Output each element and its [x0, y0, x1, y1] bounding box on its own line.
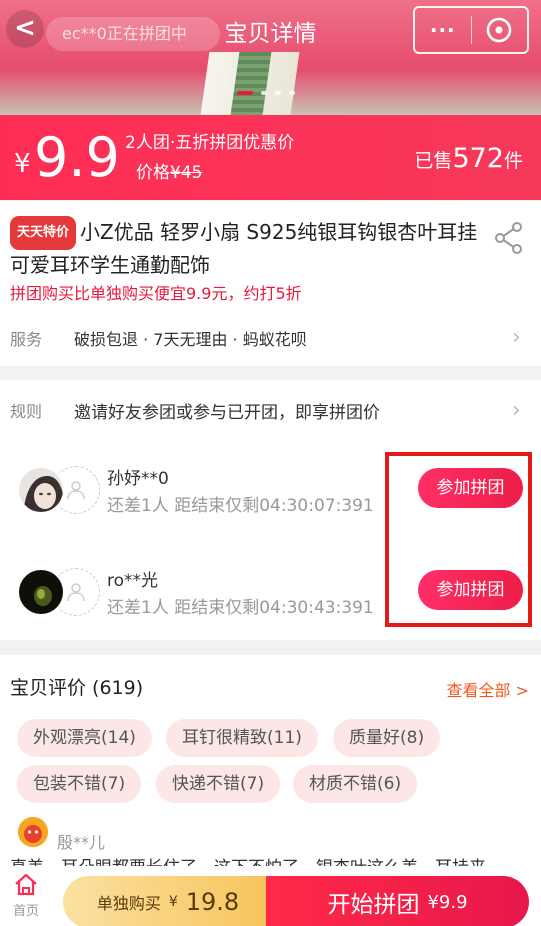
chevron-right-icon[interactable]: ›	[512, 398, 521, 423]
product-detail-page: ec**0正在拼团中 < 宝贝详情 ··· ¥ 9.9 2人团·五折拼团优惠价 …	[0, 0, 541, 926]
carousel-indicator	[237, 91, 295, 95]
product-image	[200, 52, 300, 115]
mini-app-capsule: ···	[413, 6, 529, 54]
highlight-box	[385, 452, 532, 627]
review-tag[interactable]: 耳钉很精致(11)	[166, 719, 318, 757]
chevron-right-icon[interactable]: ›	[512, 325, 521, 350]
reviewer-avatar	[18, 817, 48, 847]
avatar	[17, 466, 65, 514]
service-label: 服务	[10, 330, 43, 349]
review-tag[interactable]: 快递不错(7)	[156, 765, 281, 803]
product-title: 天天特价 小Z优品 轻罗小扇 S925纯银耳钩银杏叶耳挂可爱耳环学生通勤配饰	[10, 216, 480, 280]
service-value[interactable]: 破损包退 · 7天无理由 · 蚂蚁花呗	[74, 326, 307, 350]
close-icon	[486, 17, 512, 43]
home-icon	[15, 873, 37, 896]
original-price: 价格¥45	[136, 158, 202, 183]
start-group-price: ¥9.9	[427, 891, 468, 913]
bottom-action-bar: 首页 单独购买 ¥ 19.8 开始拼团 ¥9.9	[0, 866, 541, 926]
sold-count: 已售572件	[414, 143, 523, 174]
original-price-value: ¥45	[170, 163, 203, 183]
reviewer-name: 殷**儿	[57, 833, 106, 852]
carousel-dot	[275, 91, 281, 95]
start-group-button[interactable]: 开始拼团 ¥9.9	[266, 876, 529, 926]
share-button[interactable]	[494, 221, 524, 259]
daily-special-badge: 天天特价	[10, 216, 77, 250]
buy-alone-button[interactable]: 单独购买 ¥ 19.8	[63, 876, 273, 926]
sold-suffix: 件	[503, 150, 523, 172]
close-button[interactable]	[471, 8, 527, 52]
sold-prefix: 已售	[414, 150, 453, 172]
promo-text: 2人团·五折拼团优惠价	[125, 133, 295, 153]
buy-alone-price: 19.8	[185, 888, 240, 916]
avatar-image	[19, 468, 63, 512]
group-price: 9.9	[34, 126, 120, 189]
review-tag[interactable]: 包装不错(7)	[17, 765, 142, 803]
product-info-card: 天天特价 小Z优品 轻罗小扇 S925纯银耳钩银杏叶耳挂可爱耳环学生通勤配饰 拼团…	[0, 201, 541, 366]
avatar-image	[18, 817, 48, 847]
user-placeholder-icon	[67, 481, 85, 500]
group-leader-name: 孙妤**0	[107, 469, 169, 489]
home-label: 首页	[12, 904, 39, 919]
more-button[interactable]: ···	[415, 8, 471, 52]
rule-label: 规则	[10, 402, 43, 421]
view-all-reviews-link[interactable]: 查看全部 >	[447, 677, 530, 701]
review-tag[interactable]: 材质不错(6)	[293, 765, 418, 803]
buy-alone-currency: ¥	[168, 894, 178, 910]
home-button[interactable]: 首页	[6, 872, 46, 919]
group-leader-name: ro**光	[107, 571, 159, 591]
group-status: 还差1人 距结束仅剩04:30:07:391	[107, 496, 374, 516]
price-banner: ¥ 9.9 2人团·五折拼团优惠价 价格¥45 已售572件	[0, 115, 541, 200]
more-icon: ···	[429, 18, 456, 42]
review-tag[interactable]: 质量好(8)	[333, 719, 441, 757]
avatar-image	[19, 570, 63, 614]
product-image-carousel[interactable]: ec**0正在拼团中 < 宝贝详情 ···	[0, 0, 541, 115]
sold-number: 572	[452, 143, 504, 174]
rule-text[interactable]: 邀请好友参团或参与已开团，即享拼团价	[74, 398, 380, 423]
review-tag[interactable]: 外观漂亮(14)	[17, 719, 152, 757]
price-currency: ¥	[14, 149, 31, 179]
group-discount-note: 拼团购买比单独购买便宜9.9元，约打5折	[10, 284, 302, 303]
reviews-title: 宝贝评价 (619)	[10, 677, 144, 699]
share-icon	[495, 222, 522, 254]
carousel-dot-active	[237, 91, 253, 95]
user-placeholder-icon	[67, 583, 85, 602]
original-price-label: 价格	[136, 163, 170, 183]
avatar	[17, 568, 65, 616]
product-title-text: 小Z优品 轻罗小扇 S925纯银耳钩银杏叶耳挂可爱耳环学生通勤配饰	[10, 220, 478, 277]
buy-alone-label: 单独购买	[96, 894, 161, 913]
start-group-label: 开始拼团	[327, 892, 420, 918]
carousel-dot	[289, 91, 295, 95]
carousel-dot	[261, 91, 267, 95]
group-status: 还差1人 距结束仅剩04:30:43:391	[107, 598, 374, 618]
